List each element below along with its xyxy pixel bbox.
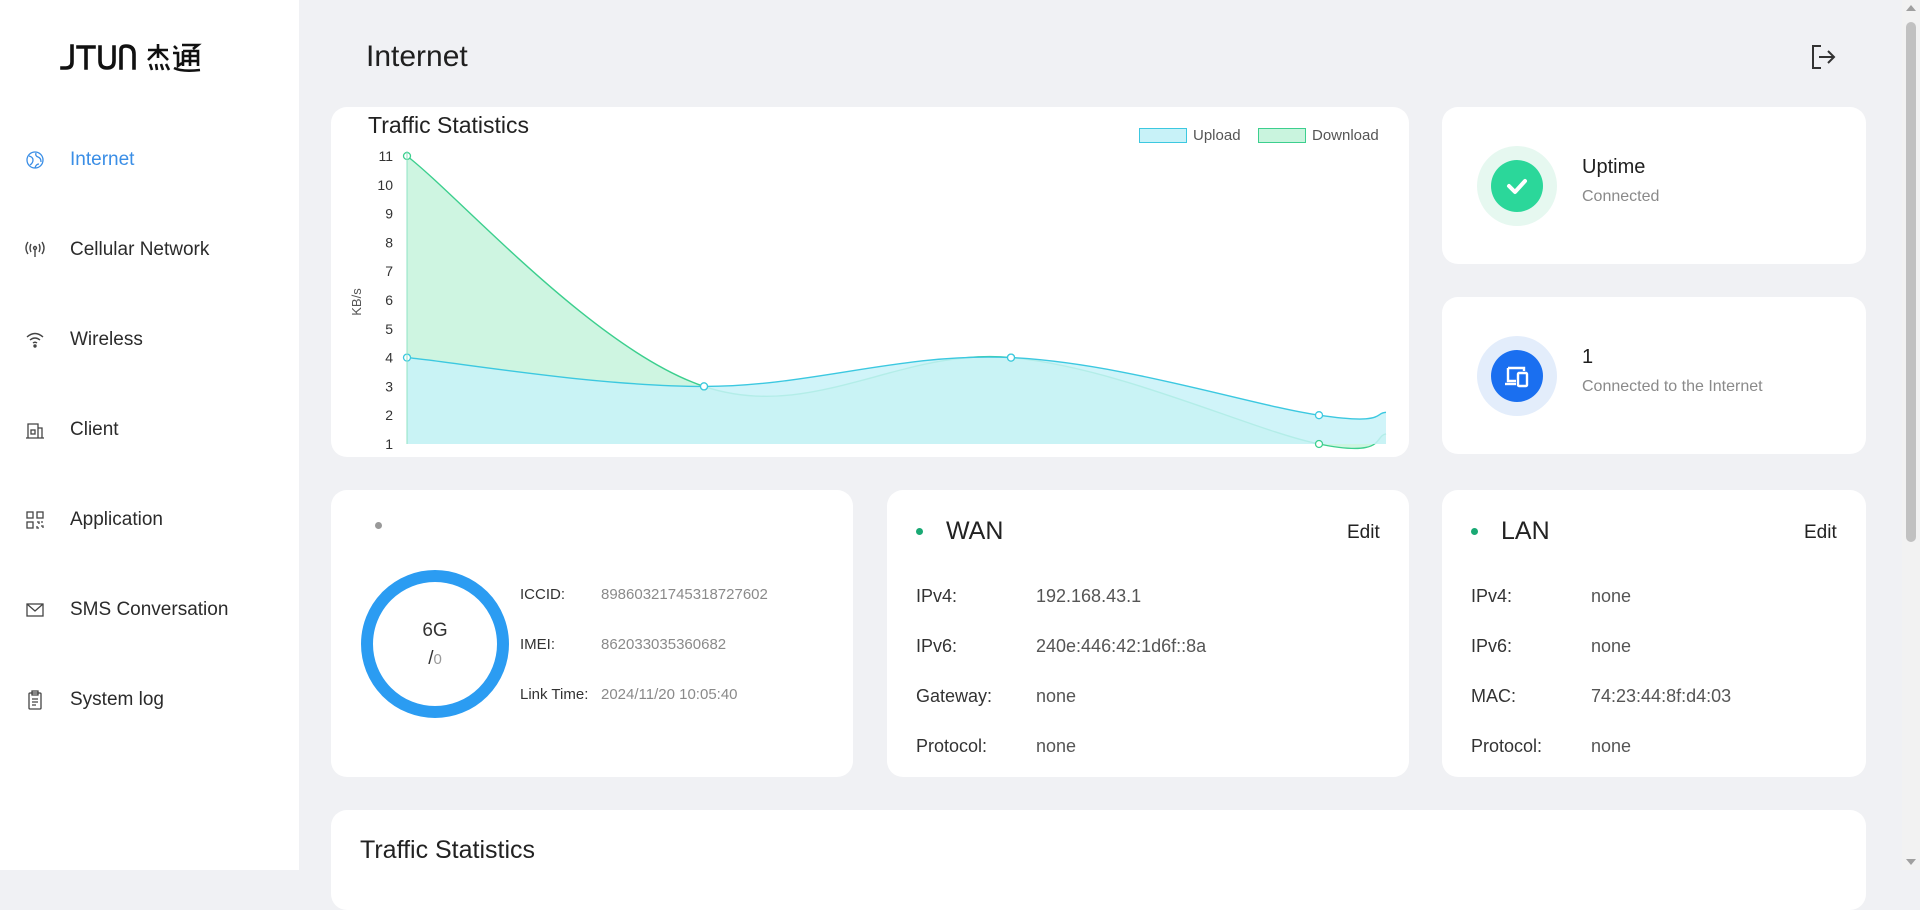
iccid-value: 89860321745318727602 — [601, 586, 768, 603]
client-icon — [24, 419, 46, 441]
sidebar-item-label: Cellular Network — [70, 239, 210, 260]
lan-title: LAN — [1501, 517, 1550, 545]
lan-row-value: none — [1591, 636, 1632, 656]
lan-edit-button[interactable]: Edit — [1804, 522, 1837, 544]
devices-icon — [1491, 350, 1543, 402]
antenna-icon — [24, 239, 46, 261]
sidebar-item-label: Internet — [70, 149, 135, 170]
y-tick-label: 8 — [385, 234, 393, 250]
logout-icon[interactable] — [1808, 42, 1838, 72]
sidebar-item-label: System log — [70, 689, 164, 710]
brand-logo — [60, 40, 210, 74]
traffic-chart: KB/s 1 2 3 4 5 6 7 8 9 10 11 — [349, 148, 1387, 452]
sidebar-item-system-log[interactable]: System log — [24, 680, 164, 720]
y-tick-label: 5 — [385, 321, 393, 337]
data-point-upload — [699, 382, 709, 391]
wan-row-value: 240e:446:42:1d6f::8a — [1036, 636, 1207, 656]
data-point-download — [1314, 439, 1324, 449]
sim-status-dot — [375, 522, 382, 529]
traffic-chart-card: Traffic Statistics Upload Download KB/s 1… — [331, 107, 1409, 457]
devices-count: 1 — [1582, 346, 1594, 368]
scroll-thumb[interactable] — [1906, 22, 1916, 542]
page-scrollbar[interactable] — [1902, 0, 1920, 870]
sidebar-item-label: Client — [70, 419, 119, 440]
grid-icon — [24, 509, 46, 531]
y-tick-label: 2 — [385, 407, 393, 423]
page-title: Internet — [366, 40, 468, 73]
sidebar-item-sms-conversation[interactable]: SMS Conversation — [24, 590, 228, 630]
check-icon — [1491, 160, 1543, 212]
y-tick-label: 6 — [385, 292, 393, 308]
ring-value: 6G — [422, 620, 448, 641]
sidebar-item-cellular-network[interactable]: Cellular Network — [24, 230, 209, 270]
y-tick-label: 1 — [385, 436, 393, 452]
wan-card: WAN Edit IPv4: 192.168.43.1 IPv6: 240e:446:… — [887, 490, 1409, 777]
globe-icon — [24, 149, 46, 171]
wifi-icon — [24, 329, 46, 351]
iccid-label: ICCID: — [520, 586, 565, 603]
sidebar: Internet Cellular Network Wireless Client Ap… — [0, 0, 299, 870]
sim-card: 6G /0 ICCID: 89860321745318727602 IMEI: … — [331, 490, 853, 777]
mail-icon — [24, 599, 46, 621]
ring-sub: /0 — [361, 648, 509, 670]
main-content: Internet Traffic Statistics Upload Downl… — [299, 0, 1920, 910]
y-tick-label: 7 — [385, 263, 393, 279]
wan-row-key: IPv4: — [916, 586, 958, 606]
wan-row-key: Protocol: — [916, 736, 988, 756]
wan-row-value: none — [1036, 736, 1077, 756]
lan-row-key: IPv6: — [1471, 636, 1513, 656]
wan-row-value: none — [1036, 686, 1077, 706]
traffic-statistics-title: Traffic Statistics — [360, 836, 536, 864]
linktime-value: 2024/11/20 10:05:40 — [601, 686, 738, 703]
wan-status-dot — [916, 528, 923, 535]
sidebar-item-label: Application — [70, 509, 163, 530]
uptime-status: Connected — [1582, 188, 1660, 205]
traffic-statistics-card: Traffic Statistics — [331, 810, 1866, 910]
data-usage-ring — [361, 570, 509, 718]
y-tick-label: 11 — [378, 148, 393, 164]
connected-devices-card: 1 Connected to the Internet — [1442, 297, 1866, 454]
uptime-card: Uptime Connected — [1442, 107, 1866, 264]
lan-status-dot — [1471, 528, 1478, 535]
y-tick-label: 4 — [385, 350, 393, 366]
data-point-upload — [1006, 353, 1016, 362]
devices-icon-ring — [1477, 336, 1557, 416]
sidebar-item-internet[interactable]: Internet — [24, 140, 134, 180]
y-tick-label: 9 — [385, 206, 393, 222]
ring-sub-value: 0 — [433, 651, 442, 668]
lan-row-key: IPv4: — [1471, 586, 1513, 606]
wan-title: WAN — [946, 517, 1004, 545]
lan-row-value: 74:23:44:8f:d4:03 — [1591, 686, 1732, 706]
imei-value: 862033035360682 — [601, 636, 727, 653]
lan-card: LAN Edit IPv4: none IPv6: none MAC: 74:23:44:… — [1442, 490, 1866, 777]
y-tick-label: 10 — [377, 177, 393, 193]
scroll-down-arrow[interactable] — [1906, 859, 1916, 865]
uptime-icon-ring — [1477, 146, 1557, 226]
scroll-up-arrow[interactable] — [1906, 5, 1916, 11]
lan-row-value: none — [1591, 736, 1632, 756]
wan-edit-button[interactable]: Edit — [1347, 522, 1380, 544]
wan-row-key: Gateway: — [916, 686, 993, 706]
imei-label: IMEI: — [520, 636, 556, 653]
wan-row-value: 192.168.43.1 — [1036, 586, 1142, 606]
clipboard-icon — [24, 689, 46, 711]
lan-row-key: Protocol: — [1471, 736, 1543, 756]
sidebar-item-label: SMS Conversation — [70, 599, 229, 620]
uptime-title: Uptime — [1582, 156, 1646, 178]
sidebar-item-application[interactable]: Application — [24, 500, 163, 540]
devices-label: Connected to the Internet — [1582, 378, 1763, 395]
y-tick-label: 3 — [385, 378, 393, 394]
wan-row-key: IPv6: — [916, 636, 958, 656]
lan-row-value: none — [1591, 586, 1632, 606]
sidebar-item-wireless[interactable]: Wireless — [24, 320, 143, 360]
y-axis-label: KB/s — [349, 288, 364, 316]
lan-row-key: MAC: — [1471, 686, 1516, 706]
data-point-upload — [1314, 411, 1324, 420]
sidebar-item-client[interactable]: Client — [24, 410, 119, 450]
sidebar-item-label: Wireless — [70, 329, 143, 350]
linktime-label: Link Time: — [520, 686, 589, 703]
